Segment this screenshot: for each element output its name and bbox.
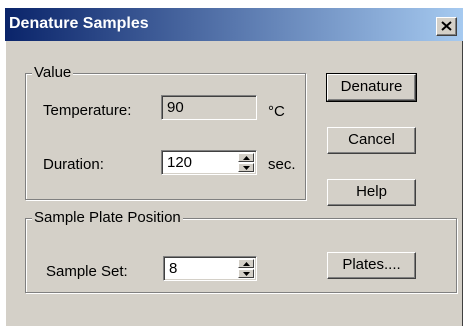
dialog-title: Denature Samples [9,15,149,32]
duration-value: 120 [167,154,193,171]
sample-set-label: Sample Set: [46,263,128,280]
value-group-legend: Value [32,64,74,82]
denature-button[interactable]: Denature [326,73,417,102]
duration-down-button[interactable] [238,163,254,172]
cancel-button[interactable]: Cancel [327,127,416,154]
duration-spinner [238,153,254,172]
sample-set-up-button[interactable] [238,259,254,268]
value-group: Value [25,64,306,200]
arrow-up-icon [243,156,250,160]
arrow-down-icon [243,272,250,276]
close-button[interactable] [436,17,457,36]
temperature-field: 90 [161,95,257,120]
temperature-unit: °C [268,103,285,120]
duration-field[interactable]: 120 [161,150,257,175]
sample-set-field[interactable]: 8 [163,256,257,281]
help-button[interactable]: Help [327,179,416,206]
duration-up-button[interactable] [238,153,254,162]
sample-set-spinner [238,259,254,278]
sample-set-down-button[interactable] [238,269,254,278]
plates-button[interactable]: Plates.... [327,252,416,279]
close-icon [441,21,452,31]
sample-set-value: 8 [169,260,178,277]
duration-unit: sec. [268,156,296,173]
arrow-up-icon [243,262,250,266]
arrow-down-icon [243,166,250,170]
sample-plate-legend: Sample Plate Position [32,209,183,227]
denature-samples-dialog: Denature Samples Value Temperature: 90 °… [5,8,463,326]
temperature-label: Temperature: [43,102,132,119]
temperature-value: 90 [167,99,184,116]
duration-label: Duration: [43,156,104,173]
title-bar[interactable]: Denature Samples [5,8,463,41]
